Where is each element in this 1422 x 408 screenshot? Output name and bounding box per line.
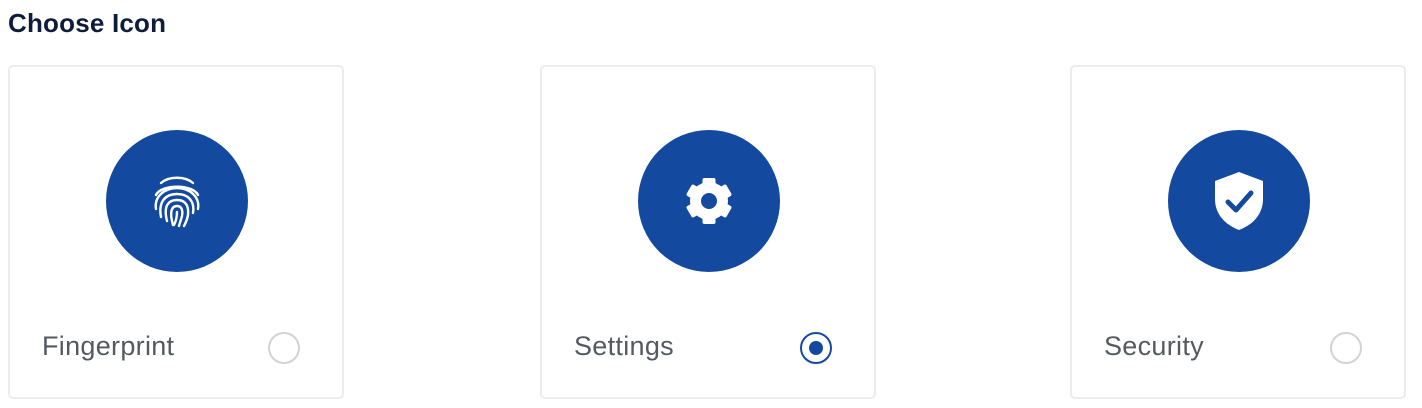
option-label: Settings xyxy=(574,331,674,361)
icon-option-fingerprint[interactable]: Fingerprint xyxy=(8,65,344,399)
shield-check-icon xyxy=(1168,130,1310,272)
icon-option-settings[interactable]: Settings xyxy=(540,65,876,399)
fingerprint-icon xyxy=(106,130,248,272)
icon-option-security[interactable]: Security xyxy=(1070,65,1406,399)
option-radio-fingerprint[interactable] xyxy=(268,332,300,364)
option-label: Fingerprint xyxy=(42,331,175,361)
option-label: Security xyxy=(1104,331,1204,361)
page-title: Choose Icon xyxy=(8,8,167,38)
gear-icon xyxy=(638,130,780,272)
option-radio-settings[interactable] xyxy=(800,332,832,364)
option-radio-security[interactable] xyxy=(1330,332,1362,364)
